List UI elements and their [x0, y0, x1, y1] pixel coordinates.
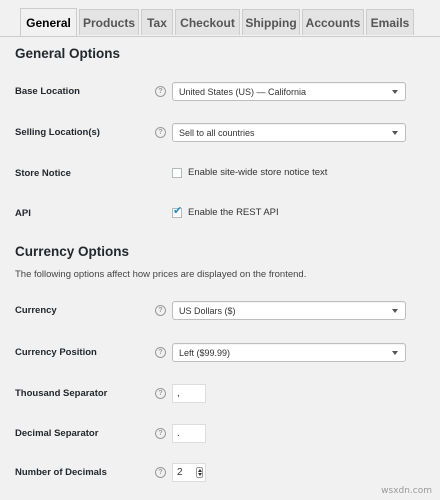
currency-position-select[interactable]: Left ($99.99)	[172, 343, 406, 362]
thousand-separator-input[interactable]: ,	[172, 384, 206, 403]
api-label: API	[15, 208, 31, 219]
tab-accounts[interactable]: Accounts	[302, 9, 364, 35]
watermark: wsxdn.com	[381, 486, 432, 496]
base-location-label: Base Location	[15, 86, 80, 97]
tab-tax[interactable]: Tax	[141, 9, 173, 35]
tab-shipping[interactable]: Shipping	[242, 9, 300, 35]
currency-options-description: The following options affect how prices …	[15, 269, 307, 280]
tab-products[interactable]: Products	[79, 9, 139, 35]
base-location-value: United States (US) — California	[179, 87, 307, 97]
tab-checkout[interactable]: Checkout	[175, 9, 240, 35]
help-icon[interactable]: ?	[155, 305, 166, 316]
help-icon[interactable]: ?	[155, 127, 166, 138]
help-icon[interactable]: ?	[155, 86, 166, 97]
chevron-down-icon	[392, 351, 398, 355]
help-icon[interactable]: ?	[155, 388, 166, 399]
decimal-separator-input[interactable]: .	[172, 424, 206, 443]
tab-emails[interactable]: Emails	[366, 9, 414, 35]
number-of-decimals-value: 2	[177, 467, 183, 478]
currency-label: Currency	[15, 305, 57, 316]
currency-position-value: Left ($99.99)	[179, 348, 231, 358]
help-icon[interactable]: ?	[155, 428, 166, 439]
chevron-down-icon	[392, 131, 398, 135]
currency-options-heading: Currency Options	[15, 244, 130, 259]
store-notice-checkbox-label: Enable site-wide store notice text	[188, 167, 328, 178]
currency-position-label: Currency Position	[15, 347, 97, 358]
rest-api-checkbox[interactable]: ✔	[172, 205, 182, 218]
tab-general[interactable]: General	[20, 8, 77, 36]
help-icon[interactable]: ?	[155, 347, 166, 358]
selling-locations-select[interactable]: Sell to all countries	[172, 123, 406, 142]
selling-locations-value: Sell to all countries	[179, 128, 255, 138]
stepper-down-icon[interactable]	[198, 473, 202, 476]
number-of-decimals-label: Number of Decimals	[15, 467, 107, 478]
general-options-heading: General Options	[15, 46, 121, 61]
chevron-down-icon	[392, 309, 398, 313]
base-location-select[interactable]: United States (US) — California	[172, 82, 406, 101]
chevron-down-icon	[392, 90, 398, 94]
thousand-separator-label: Thousand Separator	[15, 388, 108, 399]
store-notice-label: Store Notice	[15, 168, 71, 179]
store-notice-checkbox[interactable]	[172, 168, 182, 178]
stepper-arrows-icon[interactable]	[196, 467, 203, 478]
stepper-up-icon[interactable]	[198, 469, 202, 472]
checkmark-icon: ✔	[173, 205, 183, 217]
currency-select[interactable]: US Dollars ($)	[172, 301, 406, 320]
selling-locations-label: Selling Location(s)	[15, 127, 100, 138]
number-of-decimals-stepper[interactable]: 2	[172, 463, 206, 482]
help-icon[interactable]: ?	[155, 467, 166, 478]
settings-tabs: General Products Tax Checkout Shipping A…	[0, 0, 440, 37]
decimal-separator-label: Decimal Separator	[15, 428, 99, 439]
currency-value: US Dollars ($)	[179, 306, 236, 316]
rest-api-checkbox-label: Enable the REST API	[188, 207, 279, 218]
